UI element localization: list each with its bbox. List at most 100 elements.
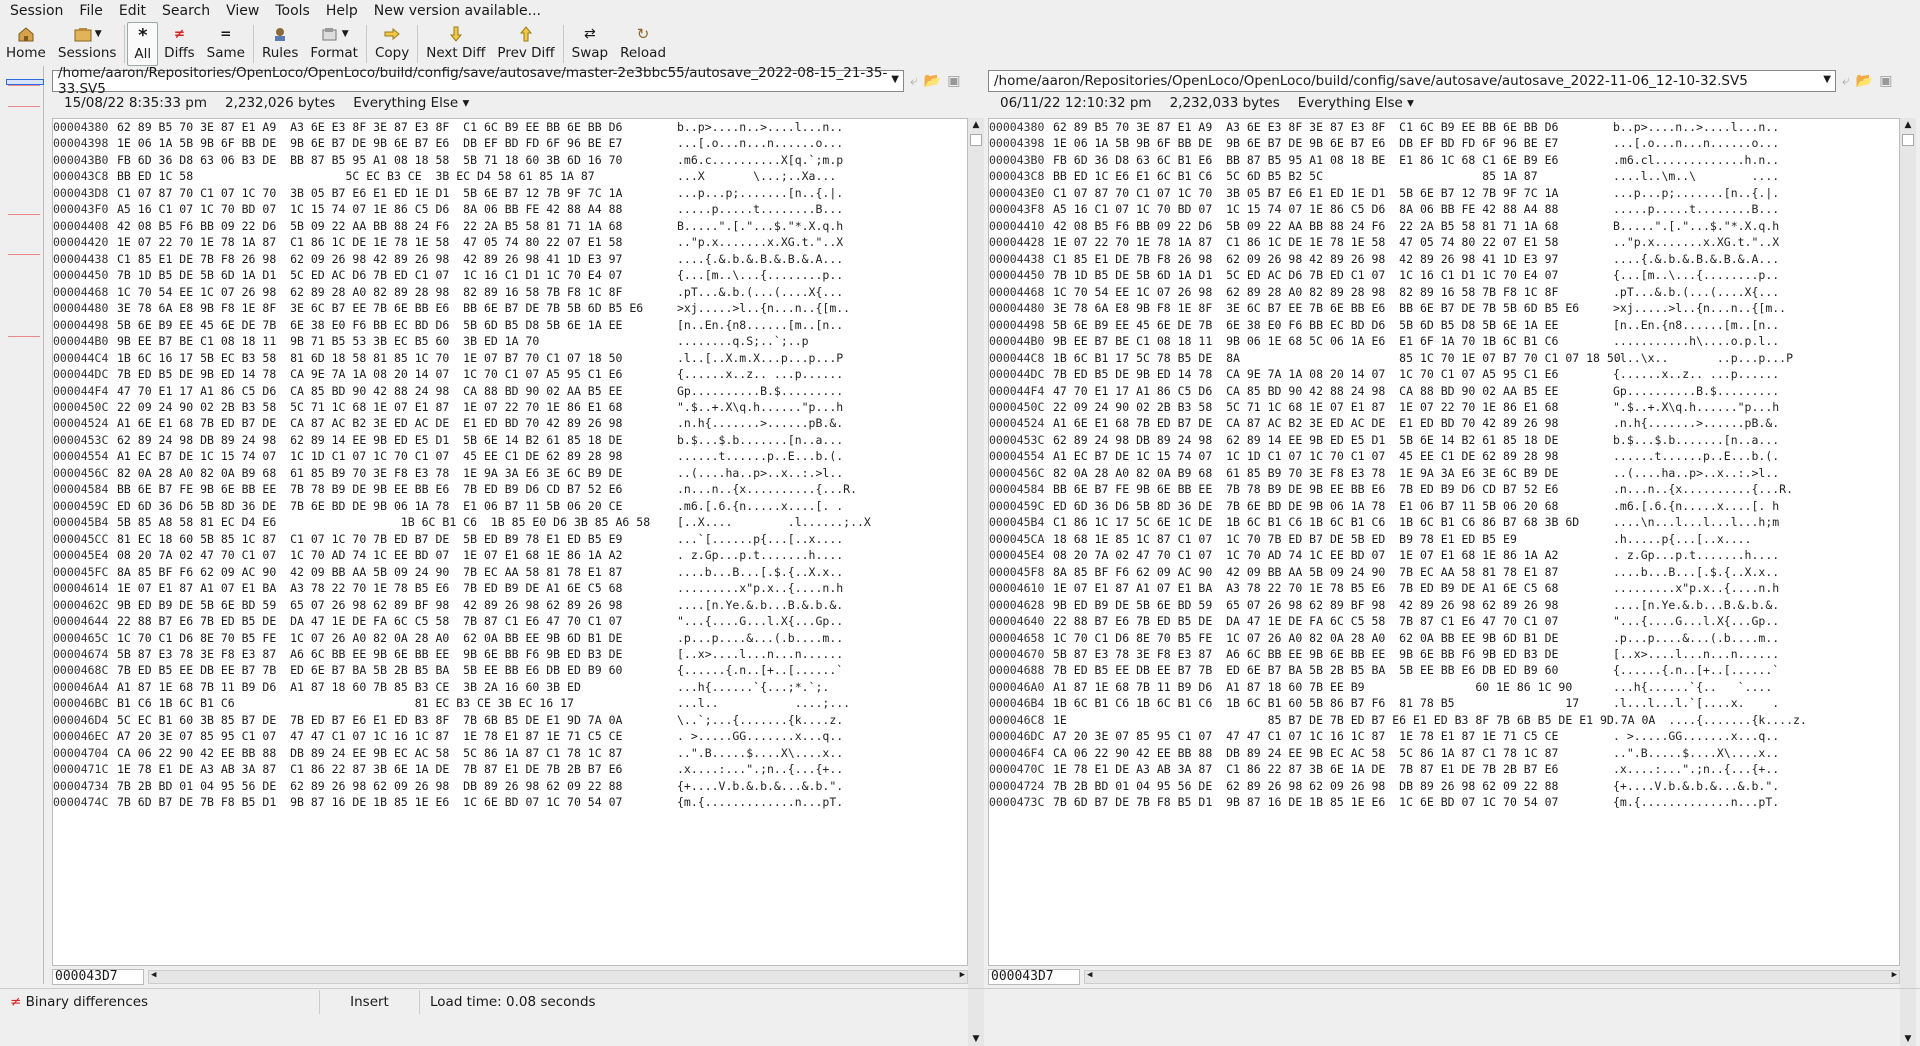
hex-row[interactable]: 00004450 7B 1D B5 DE 5B 6D 1A D1 5C ED AC… bbox=[989, 267, 1899, 283]
scroll-up-icon[interactable]: ▲ bbox=[1900, 118, 1916, 132]
hex-row[interactable]: 00004410 42 08 B5 F6 BB 09 22 D6 5B 09 22… bbox=[989, 218, 1899, 234]
scroll-left-icon[interactable]: ◀ bbox=[151, 970, 156, 980]
scrollbar-thumb[interactable] bbox=[970, 134, 982, 146]
hex-row[interactable]: 00004524 A1 6E E1 68 7B ED B7 DE CA 87 AC… bbox=[989, 415, 1899, 431]
hex-row[interactable]: 000046D4 5C EC B1 60 3B 85 B7 DE 7B ED B7… bbox=[53, 712, 967, 728]
hex-row[interactable]: 0000450C 22 09 24 90 02 2B B3 58 5C 71 1C… bbox=[989, 399, 1899, 415]
hex-row[interactable]: 00004408 42 08 B5 F6 BB 09 22 D6 5B 09 22… bbox=[53, 218, 967, 234]
left-path-combobox[interactable]: /home/aaron/Repositories/OpenLoco/OpenLo… bbox=[52, 65, 904, 97]
hex-row[interactable]: 00004428 1E 07 22 70 1E 78 1A 87 C1 86 1C… bbox=[989, 234, 1899, 250]
hex-row[interactable]: 00004554 A1 EC B7 DE 1C 15 74 07 1C 1D C1… bbox=[989, 448, 1899, 464]
hex-row[interactable]: 000045F8 8A 85 BF F6 62 09 AC 90 42 09 BB… bbox=[989, 564, 1899, 580]
right-hex-view[interactable]: 00004380 62 89 B5 70 3E 87 E1 A9 A3 6E E3… bbox=[988, 118, 1900, 966]
hex-row[interactable]: 000043C8 BB ED 1C E6 E1 6C B1 C6 5C 6D B5… bbox=[989, 168, 1899, 184]
copy-button[interactable]: Copy bbox=[369, 22, 415, 66]
prev-diff-button[interactable]: Prev Diff bbox=[491, 22, 560, 66]
hex-row[interactable]: 00004450 7B 1D B5 DE 5B 6D 1A D1 5C ED AC… bbox=[53, 267, 967, 283]
right-horizontal-scrollbar[interactable]: ◀ ▶ bbox=[1084, 970, 1900, 984]
hex-row[interactable]: 00004398 1E 06 1A 5B 9B 6F BB DE 9B 6E B7… bbox=[53, 135, 967, 151]
hex-row[interactable]: 00004398 1E 06 1A 5B 9B 6F BB DE 9B 6E B7… bbox=[989, 135, 1899, 151]
hex-row[interactable]: 00004380 62 89 B5 70 3E 87 E1 A9 A3 6E E3… bbox=[989, 119, 1899, 135]
chevron-down-icon[interactable]: ▼ bbox=[891, 74, 899, 85]
hex-row[interactable]: 000043F8 A5 16 C1 07 1C 70 BD 07 1C 15 74… bbox=[989, 201, 1899, 217]
all-button[interactable]: * All bbox=[127, 22, 159, 66]
hex-row[interactable]: 000045CC 81 EC 18 60 5B 85 1C 87 C1 07 1C… bbox=[53, 531, 967, 547]
hex-row[interactable]: 0000465C 1C 70 C1 D6 8E 70 B5 FE 1C 07 26… bbox=[53, 630, 967, 646]
scroll-right-icon[interactable]: ▶ bbox=[960, 970, 965, 980]
hex-row[interactable]: 000046DC A7 20 3E 07 85 95 C1 07 47 47 C1… bbox=[989, 728, 1899, 744]
hex-row[interactable]: 0000470C 1E 78 E1 DE A3 AB 3A 87 C1 86 22… bbox=[989, 761, 1899, 777]
hex-row[interactable]: 00004674 5B 87 E3 78 3E F8 E3 87 A6 6C BB… bbox=[53, 646, 967, 662]
scroll-down-icon[interactable]: ▼ bbox=[968, 1032, 984, 1046]
hex-row[interactable]: 00004524 A1 6E E1 68 7B ED B7 DE CA 87 AC… bbox=[53, 415, 967, 431]
hex-row[interactable]: 000044B0 9B EE B7 BE C1 08 18 11 9B 06 1E… bbox=[989, 333, 1899, 349]
menu-session[interactable]: Session bbox=[2, 0, 71, 22]
hex-row[interactable]: 000045B4 C1 86 1C 17 5C 6E 1C DE 1B 6C B1… bbox=[989, 514, 1899, 530]
hex-row[interactable]: 00004704 CA 06 22 90 42 EE BB 88 DB 89 24… bbox=[53, 745, 967, 761]
hex-row[interactable]: 0000473C 7B 6D B7 DE 7B F8 B5 D1 9B 87 16… bbox=[989, 794, 1899, 810]
hex-row[interactable]: 0000471C 1E 78 E1 DE A3 AB 3A 87 C1 86 22… bbox=[53, 761, 967, 777]
hex-row[interactable]: 00004614 1E 07 E1 87 A1 07 E1 BA A3 78 22… bbox=[53, 580, 967, 596]
save-icon[interactable]: ▣ bbox=[1879, 73, 1892, 89]
menu-view[interactable]: View bbox=[218, 0, 267, 22]
hex-row[interactable]: 00004734 7B 2B BD 01 04 95 56 DE 62 89 26… bbox=[53, 778, 967, 794]
hex-row[interactable]: 000045E4 08 20 7A 02 47 70 C1 07 1C 70 AD… bbox=[989, 547, 1899, 563]
hex-row[interactable]: 000043F0 A5 16 C1 07 1C 70 BD 07 1C 15 74… bbox=[53, 201, 967, 217]
menu-file[interactable]: File bbox=[71, 0, 110, 22]
hex-row[interactable]: 000044C8 1B 6C B1 17 5C 78 B5 DE 8A 85 1C… bbox=[989, 350, 1899, 366]
hex-row[interactable]: 00004628 9B ED B9 DE 5B 6E BD 59 65 07 26… bbox=[989, 597, 1899, 613]
hex-row[interactable]: 000044DC 7B ED B5 DE 9B ED 14 78 CA 9E 7A… bbox=[989, 366, 1899, 382]
hex-row[interactable]: 00004688 7B ED B5 EE DB EE B7 7B ED 6E B7… bbox=[989, 662, 1899, 678]
left-horizontal-scrollbar[interactable]: ◀ ▶ bbox=[148, 970, 968, 984]
hex-row[interactable]: 00004438 C1 85 E1 DE 7B F8 26 98 62 09 26… bbox=[989, 251, 1899, 267]
hex-row[interactable]: 000044DC 7B ED B5 DE 9B ED 14 78 CA 9E 7A… bbox=[53, 366, 967, 382]
save-icon[interactable]: ▣ bbox=[947, 73, 960, 89]
right-vertical-scrollbar[interactable]: ▲ ▼ bbox=[1900, 118, 1916, 1046]
format-button[interactable]: ▼ Format bbox=[304, 22, 364, 66]
hex-row[interactable]: 000044C4 1B 6C 16 17 5B EC B3 58 81 6D 18… bbox=[53, 350, 967, 366]
hex-row[interactable]: 00004498 5B 6E B9 EE 45 6E DE 7B 6E 38 E0… bbox=[989, 317, 1899, 333]
hex-row[interactable]: 000046A4 A1 87 1E 68 7B 11 B9 D6 A1 87 18… bbox=[53, 679, 967, 695]
menu-help[interactable]: Help bbox=[318, 0, 366, 22]
scroll-left-icon[interactable]: ◀ bbox=[1087, 970, 1092, 980]
menu-tools[interactable]: Tools bbox=[267, 0, 318, 22]
menu-new-version[interactable]: New version available... bbox=[366, 0, 549, 22]
folder-open-icon[interactable]: 📂 bbox=[924, 73, 941, 89]
folder-open-icon[interactable]: 📂 bbox=[1856, 73, 1873, 89]
hex-row[interactable]: 000044F4 47 70 E1 17 A1 86 C5 D6 CA 85 BD… bbox=[53, 383, 967, 399]
hex-row[interactable]: 000045B4 5B 85 A8 58 81 EC D4 E6 1B 6C B1… bbox=[53, 514, 967, 530]
rules-button[interactable]: Rules bbox=[256, 22, 304, 66]
right-path-combobox[interactable]: /home/aaron/Repositories/OpenLoco/OpenLo… bbox=[988, 69, 1836, 92]
hex-row[interactable]: 0000474C 7B 6D B7 DE 7B F8 B5 D1 9B 87 16… bbox=[53, 794, 967, 810]
hex-row[interactable]: 00004438 C1 85 E1 DE 7B F8 26 98 62 09 26… bbox=[53, 251, 967, 267]
left-filter-dropdown[interactable]: Everything Else ▾ bbox=[353, 95, 469, 111]
scroll-down-icon[interactable]: ▼ bbox=[1900, 1032, 1916, 1046]
menu-edit[interactable]: Edit bbox=[111, 0, 154, 22]
hex-row[interactable]: 000046C8 1E 85 B7 DE 7B ED B7 E6 E1 ED B3… bbox=[989, 712, 1899, 728]
hex-row[interactable]: 00004640 22 88 B7 E6 7B ED B5 DE DA 47 1E… bbox=[989, 613, 1899, 629]
next-diff-button[interactable]: Next Diff bbox=[420, 22, 491, 66]
scroll-right-icon[interactable]: ▶ bbox=[1892, 970, 1897, 980]
diff-overview-gutter[interactable] bbox=[0, 66, 44, 984]
hex-row[interactable]: 00004420 1E 07 22 70 1E 78 1A 87 C1 86 1C… bbox=[53, 234, 967, 250]
hex-row[interactable]: 0000453C 62 89 24 98 DB 89 24 98 62 89 14… bbox=[53, 432, 967, 448]
reload-button[interactable]: ↻ Reload bbox=[614, 22, 672, 66]
home-button[interactable]: Home bbox=[0, 22, 52, 66]
scrollbar-thumb[interactable] bbox=[1902, 134, 1914, 146]
diffs-button[interactable]: ≠ Diffs bbox=[158, 22, 200, 66]
hex-row[interactable]: 000046A0 A1 87 1E 68 7B 11 B9 D6 A1 87 18… bbox=[989, 679, 1899, 695]
hex-row[interactable]: 0000459C ED 6D 36 D6 5B 8D 36 DE 7B 6E BD… bbox=[989, 498, 1899, 514]
hex-row[interactable]: 00004584 BB 6E B7 FE 9B 6E BB EE 7B 78 B9… bbox=[989, 481, 1899, 497]
hex-row[interactable]: 000045FC 8A 85 BF F6 62 09 AC 90 42 09 BB… bbox=[53, 564, 967, 580]
hex-row[interactable]: 000044F4 47 70 E1 17 A1 86 C5 D6 CA 85 BD… bbox=[989, 383, 1899, 399]
scroll-up-icon[interactable]: ▲ bbox=[968, 118, 984, 132]
left-vertical-scrollbar[interactable]: ▲ ▼ bbox=[968, 118, 984, 1046]
hex-row[interactable]: 000043D8 C1 07 87 70 C1 07 1C 70 3B 05 B7… bbox=[53, 185, 967, 201]
arrow-back-icon[interactable]: ⤶ bbox=[1842, 73, 1850, 89]
hex-row[interactable]: 000043B0 FB 6D 36 D8 63 06 B3 DE BB 87 B5… bbox=[53, 152, 967, 168]
chevron-down-icon[interactable]: ▼ bbox=[342, 29, 349, 39]
hex-row[interactable]: 00004468 1C 70 54 EE 1C 07 26 98 62 89 28… bbox=[989, 284, 1899, 300]
hex-row[interactable]: 00004498 5B 6E B9 EE 45 6E DE 7B 6E 38 E0… bbox=[53, 317, 967, 333]
hex-row[interactable]: 00004724 7B 2B BD 01 04 95 56 DE 62 89 26… bbox=[989, 778, 1899, 794]
hex-row[interactable]: 00004644 22 88 B7 E6 7B ED B5 DE DA 47 1E… bbox=[53, 613, 967, 629]
